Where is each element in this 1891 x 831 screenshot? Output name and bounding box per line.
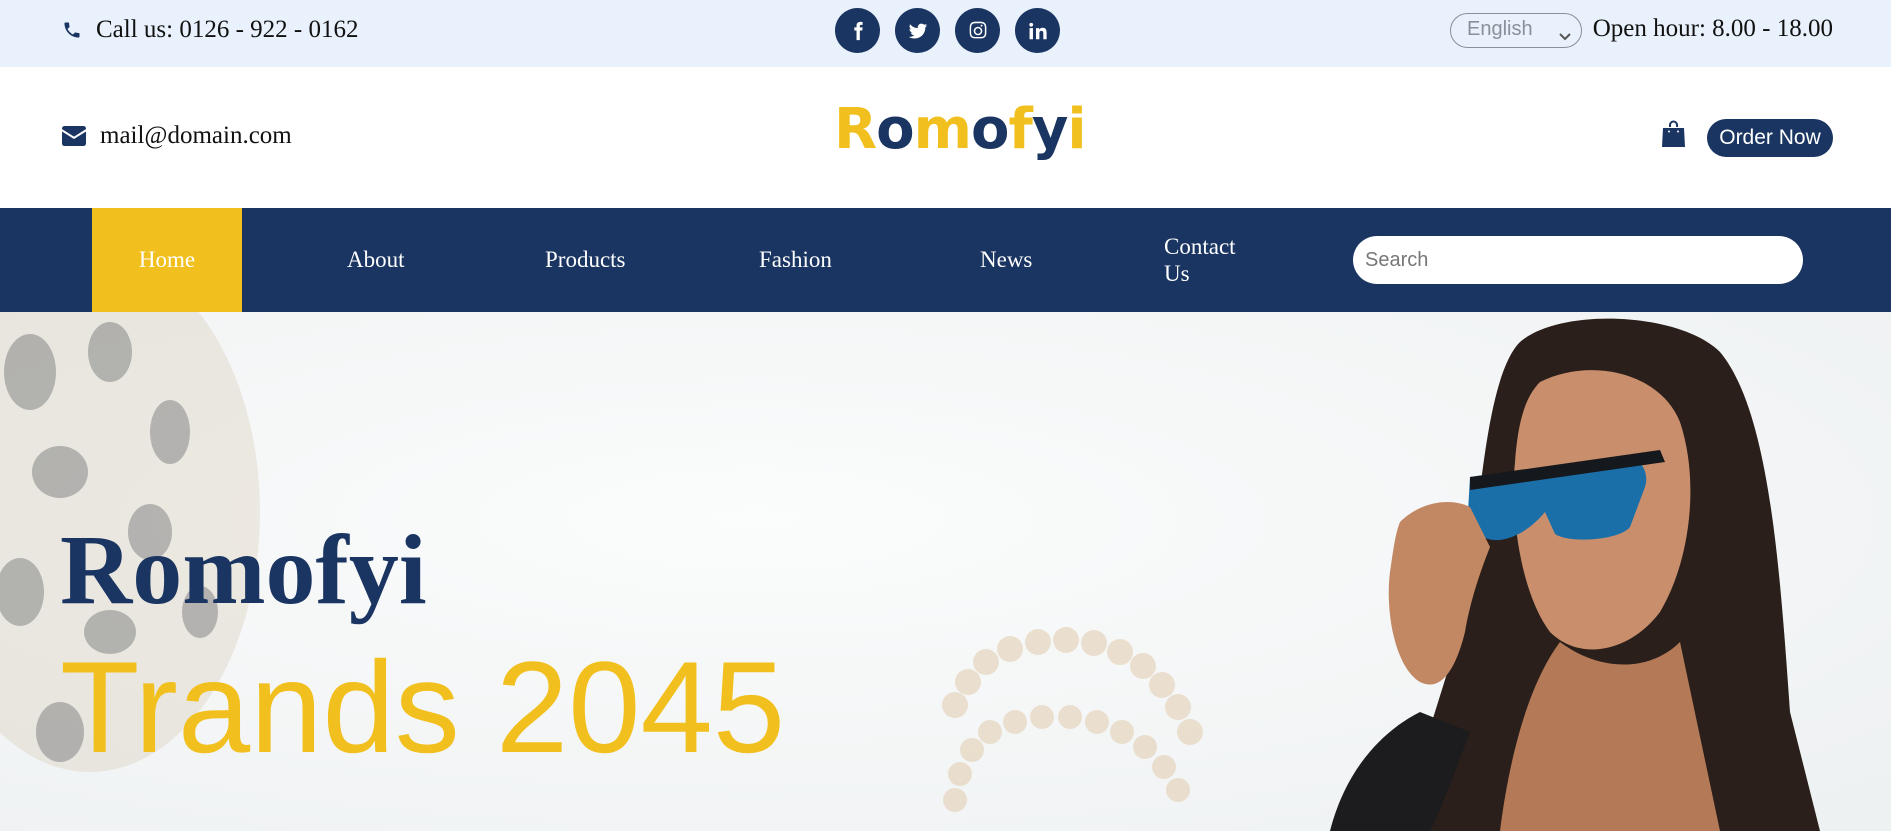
phone-icon	[64, 22, 80, 38]
logo-letter: m	[913, 97, 972, 162]
nav-item-contact[interactable]: Contact Us	[1164, 208, 1249, 312]
twitter-link[interactable]	[895, 8, 940, 53]
open-hours: Open hour: 8.00 - 18.00	[1592, 15, 1833, 42]
header: mail@domain.com Romofyi Order Now	[0, 67, 1891, 208]
nav-item-home[interactable]: Home	[92, 208, 242, 312]
brand-logo[interactable]: Romofyi	[834, 97, 1087, 162]
email-text: mail@domain.com	[100, 122, 292, 149]
linkedin-icon	[1028, 22, 1047, 39]
logo-letter: o	[970, 97, 1009, 162]
logo-letter: o	[876, 97, 914, 162]
logo-letter: y	[1031, 97, 1069, 162]
logo-letter: i	[1067, 97, 1086, 162]
search-input[interactable]	[1353, 236, 1803, 284]
linkedin-link[interactable]	[1015, 8, 1060, 53]
order-now-button[interactable]: Order Now	[1707, 119, 1833, 157]
phone-text: Call us: 0126 - 922 - 0162	[96, 16, 359, 43]
social-links	[835, 8, 1060, 53]
hero-title: Romofyi	[60, 514, 427, 625]
nav-item-news[interactable]: News	[980, 208, 1032, 312]
email-contact[interactable]: mail@domain.com	[62, 122, 292, 150]
facebook-icon	[853, 21, 863, 40]
shopping-bag-icon	[1662, 120, 1685, 147]
nav-item-products[interactable]: Products	[545, 208, 626, 312]
nav-item-fashion[interactable]: Fashion	[759, 208, 832, 312]
chevron-down-icon	[1559, 25, 1571, 41]
top-bar: Call us: 0126 - 922 - 0162 English Open …	[0, 0, 1891, 67]
facebook-link[interactable]	[835, 8, 880, 53]
language-value: English	[1467, 18, 1533, 40]
envelope-icon	[62, 126, 86, 146]
hero-banner: Romofyi Trands 2045	[0, 312, 1891, 831]
instagram-icon	[969, 21, 986, 38]
instagram-link[interactable]	[955, 8, 1000, 53]
language-select[interactable]: English	[1450, 13, 1582, 48]
cart-button[interactable]	[1661, 119, 1686, 147]
main-nav: Home About Products Fashion News Contact…	[0, 208, 1891, 312]
phone-contact[interactable]: Call us: 0126 - 922 - 0162	[62, 16, 359, 44]
twitter-icon	[908, 23, 927, 39]
logo-letter: f	[1008, 97, 1032, 162]
logo-letter: R	[834, 97, 877, 162]
nav-item-about[interactable]: About	[347, 208, 405, 312]
hero-subtitle: Trands 2045	[60, 634, 786, 780]
